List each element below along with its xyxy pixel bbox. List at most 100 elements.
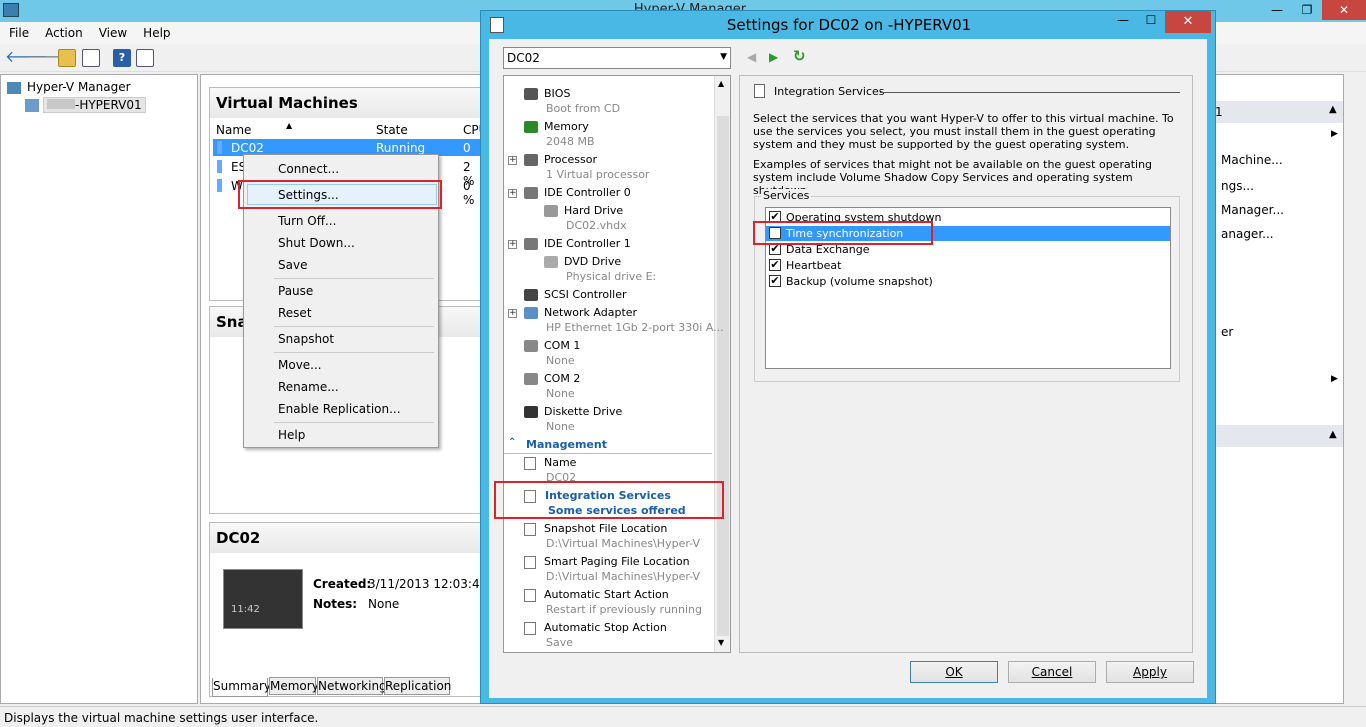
menu-pause[interactable]: Pause: [278, 284, 313, 298]
hardware-item-detail: Physical drive E:: [566, 270, 657, 283]
hardware-item[interactable]: + Network Adapter HP Ethernet 1Gb 2-port 3…: [504, 306, 724, 338]
highlight-integration-services: [494, 481, 724, 519]
vm-select[interactable]: DC02 ▼: [503, 47, 731, 69]
tree-root[interactable]: Hyper-V Manager: [27, 80, 131, 94]
col-name[interactable]: Name: [216, 123, 251, 137]
management-item-detail: D:\Virtual Machines\Hyper-V: [546, 570, 701, 583]
apply-button[interactable]: Apply: [1106, 661, 1194, 683]
menu-view[interactable]: View: [90, 22, 134, 40]
menu-turn-off[interactable]: Turn Off...: [278, 214, 336, 228]
service-checkbox[interactable]: ✔: [769, 259, 781, 271]
server-icon: [25, 99, 39, 112]
tree-server[interactable]: -HYPERV01: [43, 97, 146, 113]
menu-save[interactable]: Save: [278, 258, 307, 272]
expand-icon[interactable]: +: [508, 309, 517, 318]
management-icon: [524, 523, 536, 536]
management-item[interactable]: Snapshot File Location D:\Virtual Machine…: [504, 522, 712, 554]
hardware-item-detail: 2048 MB: [546, 135, 595, 148]
service-item[interactable]: ✔ Backup (volume snapshot): [766, 274, 1170, 289]
hardware-item-label: Diskette Drive: [544, 405, 623, 418]
actions-pane: 1 ▲ ▶ Machine... ngs... Manager... anage…: [1210, 74, 1344, 704]
dialog-minimize-button[interactable]: —: [1109, 13, 1137, 33]
forward-nav-icon[interactable]: ▶: [769, 50, 778, 64]
action-item[interactable]: anager...: [1221, 227, 1274, 241]
highlight-settings: [238, 180, 442, 209]
col-state[interactable]: State: [376, 123, 408, 137]
tree-pane: Hyper-V Manager -HYPERV01: [0, 74, 198, 704]
hardware-item-label: DVD Drive: [564, 255, 622, 268]
menu-shut-down[interactable]: Shut Down...: [278, 236, 355, 250]
cancel-button[interactable]: Cancel: [1008, 661, 1096, 683]
up-folder-icon[interactable]: [58, 49, 76, 67]
hardware-icon: [524, 238, 538, 250]
maximize-button[interactable]: ❐: [1292, 0, 1322, 20]
chevron-down-icon: ▼: [720, 52, 727, 62]
panel-examples: Examples of services that might not be a…: [753, 158, 1153, 197]
hardware-item[interactable]: + Processor 1 Virtual processor: [504, 153, 712, 185]
expand-icon[interactable]: +: [508, 189, 517, 198]
action-item[interactable]: Manager...: [1221, 203, 1284, 217]
hardware-item[interactable]: BIOS Boot from CD: [504, 87, 712, 119]
menu-snapshot[interactable]: Snapshot: [278, 332, 334, 346]
menu-move[interactable]: Move...: [278, 358, 322, 372]
refresh-icon[interactable]: ↻: [793, 47, 806, 65]
expand-icon[interactable]: +: [508, 156, 517, 165]
scroll-thumb[interactable]: [717, 116, 729, 636]
service-checkbox[interactable]: ✔: [769, 275, 781, 287]
details-section-title: DC02: [210, 523, 485, 553]
hardware-item[interactable]: Hard Drive DC02.vhdx: [504, 204, 712, 236]
list-scrollbar[interactable]: ▲ ▼: [714, 76, 730, 652]
show-action-pane-icon[interactable]: [136, 49, 154, 67]
management-item[interactable]: Automatic Start Action Restart if previou…: [504, 588, 712, 620]
hardware-item-label: COM 2: [544, 372, 581, 385]
management-icon: [524, 457, 536, 470]
minimize-button[interactable]: —: [1262, 0, 1292, 20]
tab-summary[interactable]: Summary: [212, 678, 271, 697]
hardware-list: ▲ ▼ BIOS Boot from CD Memory 2048 MB + Proces…: [503, 75, 731, 653]
tab-networking[interactable]: Networking: [317, 677, 387, 695]
menu-rename[interactable]: Rename...: [278, 380, 339, 394]
action-item[interactable]: Machine...: [1221, 153, 1283, 167]
menu-help[interactable]: Help: [134, 22, 177, 40]
menu-reset[interactable]: Reset: [278, 306, 312, 320]
hardware-item-detail: DC02.vhdx: [566, 219, 627, 232]
action-item[interactable]: ngs...: [1221, 179, 1254, 193]
forward-icon[interactable]: 🡒: [27, 49, 70, 67]
management-item[interactable]: Automatic Stop Action Save: [504, 621, 712, 652]
menu-enable-replication[interactable]: Enable Replication...: [278, 402, 401, 416]
collapse-icon[interactable]: ▲: [1329, 104, 1337, 115]
hardware-icon: [524, 307, 538, 319]
hardware-icon: [524, 373, 538, 385]
menu-help[interactable]: Help: [278, 428, 305, 442]
menu-file[interactable]: File: [0, 22, 36, 40]
close-button[interactable]: ✕: [1322, 0, 1366, 20]
management-header[interactable]: ⌃ Management: [504, 436, 712, 454]
ok-button[interactable]: OK: [910, 661, 998, 683]
scroll-up-icon[interactable]: ▲: [718, 79, 724, 88]
menu-connect[interactable]: Connect...: [278, 162, 339, 176]
hardware-item[interactable]: Memory 2048 MB: [504, 120, 712, 152]
management-icon: [524, 556, 536, 569]
back-nav-icon[interactable]: ◀: [747, 50, 756, 64]
service-item[interactable]: ✔ Heartbeat: [766, 258, 1170, 273]
hardware-item[interactable]: COM 2 None: [504, 372, 712, 404]
show-hide-tree-icon[interactable]: [82, 49, 100, 67]
scroll-down-icon[interactable]: ▼: [718, 638, 724, 647]
collapse-icon[interactable]: ▲: [1329, 429, 1337, 440]
hardware-item[interactable]: DVD Drive Physical drive E:: [504, 255, 712, 287]
hardware-item[interactable]: COM 1 None: [504, 339, 712, 371]
tab-memory[interactable]: Memory: [269, 677, 319, 695]
help-icon[interactable]: ?: [113, 49, 131, 67]
vm-row-name: DC02: [231, 141, 264, 155]
action-item[interactable]: er: [1221, 325, 1233, 339]
hardware-item[interactable]: Diskette Drive None: [504, 405, 712, 437]
tab-replication[interactable]: Replication: [384, 677, 451, 695]
dialog-maximize-button[interactable]: ☐: [1137, 13, 1165, 33]
dialog-close-button[interactable]: ✕: [1165, 11, 1211, 33]
expand-icon[interactable]: +: [508, 240, 517, 249]
management-item[interactable]: Smart Paging File Location D:\Virtual Mac…: [504, 555, 712, 587]
menu-action[interactable]: Action: [36, 22, 90, 40]
back-icon[interactable]: 🡐: [5, 49, 48, 67]
actions-scrollbar[interactable]: [1345, 98, 1361, 704]
details-section: DC02 11:42 Created: 3/11/2013 12:03:47 P…: [209, 522, 509, 697]
